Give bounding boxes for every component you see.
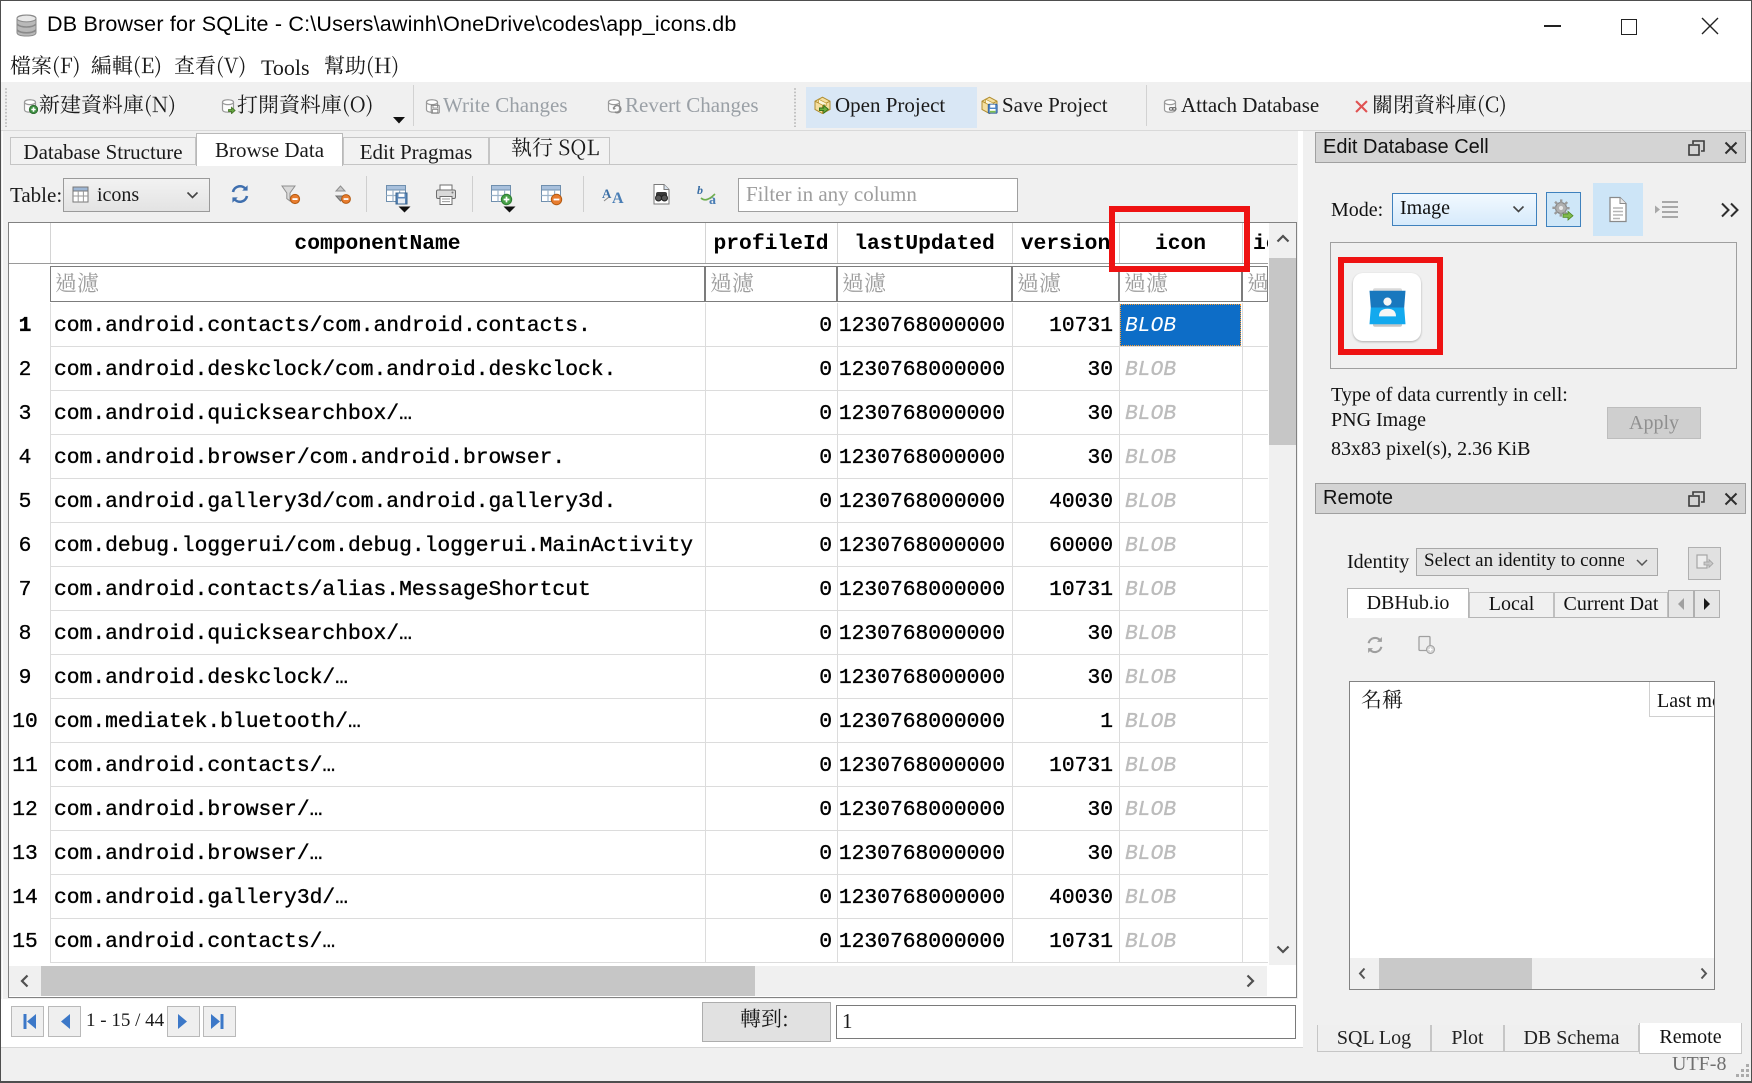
svg-text:b: b [697, 184, 703, 197]
svg-text:A: A [612, 190, 624, 205]
